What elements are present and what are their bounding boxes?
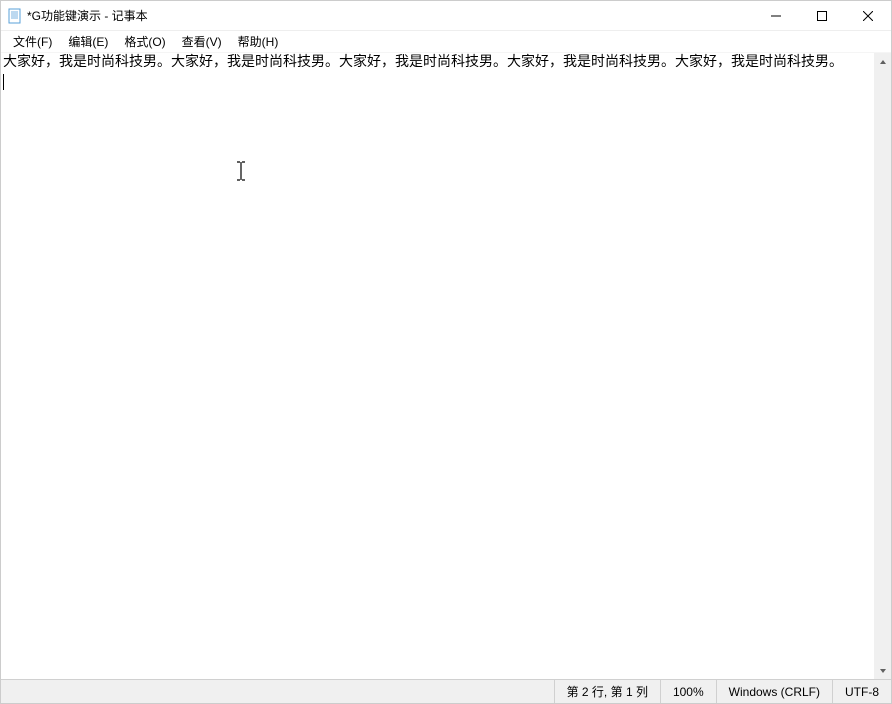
menu-view[interactable]: 查看(V): [174, 31, 230, 52]
window-controls: [753, 1, 891, 30]
scroll-up-arrow-icon[interactable]: [874, 53, 891, 70]
notepad-icon: [7, 8, 23, 24]
document-text: 大家好，我是时尚科技男。大家好，我是时尚科技男。大家好，我是时尚科技男。大家好，…: [3, 54, 843, 70]
menu-help[interactable]: 帮助(H): [230, 31, 287, 52]
statusbar: 第 2 行, 第 1 列 100% Windows (CRLF) UTF-8: [1, 679, 891, 703]
menu-format[interactable]: 格式(O): [116, 31, 173, 52]
close-button[interactable]: [845, 1, 891, 30]
scroll-track[interactable]: [874, 70, 891, 662]
text-area[interactable]: 大家好，我是时尚科技男。大家好，我是时尚科技男。大家好，我是时尚科技男。大家好，…: [1, 53, 891, 679]
window-title: *G功能键演示 - 记事本: [27, 7, 148, 24]
menu-edit[interactable]: 编辑(E): [60, 31, 116, 52]
status-line-ending: Windows (CRLF): [716, 680, 832, 703]
status-encoding: UTF-8: [832, 680, 891, 703]
menubar: 文件(F) 编辑(E) 格式(O) 查看(V) 帮助(H): [1, 31, 891, 53]
menu-file[interactable]: 文件(F): [5, 31, 60, 52]
minimize-button[interactable]: [753, 1, 799, 30]
ibeam-cursor-icon: [234, 161, 248, 181]
scroll-down-arrow-icon[interactable]: [874, 662, 891, 679]
vertical-scrollbar[interactable]: [874, 53, 891, 679]
status-zoom: 100%: [660, 680, 716, 703]
text-cursor: [3, 74, 4, 90]
titlebar: *G功能键演示 - 记事本: [1, 1, 891, 31]
status-position: 第 2 行, 第 1 列: [554, 680, 660, 703]
text-content[interactable]: 大家好，我是时尚科技男。大家好，我是时尚科技男。大家好，我是时尚科技男。大家好，…: [1, 53, 891, 92]
maximize-button[interactable]: [799, 1, 845, 30]
